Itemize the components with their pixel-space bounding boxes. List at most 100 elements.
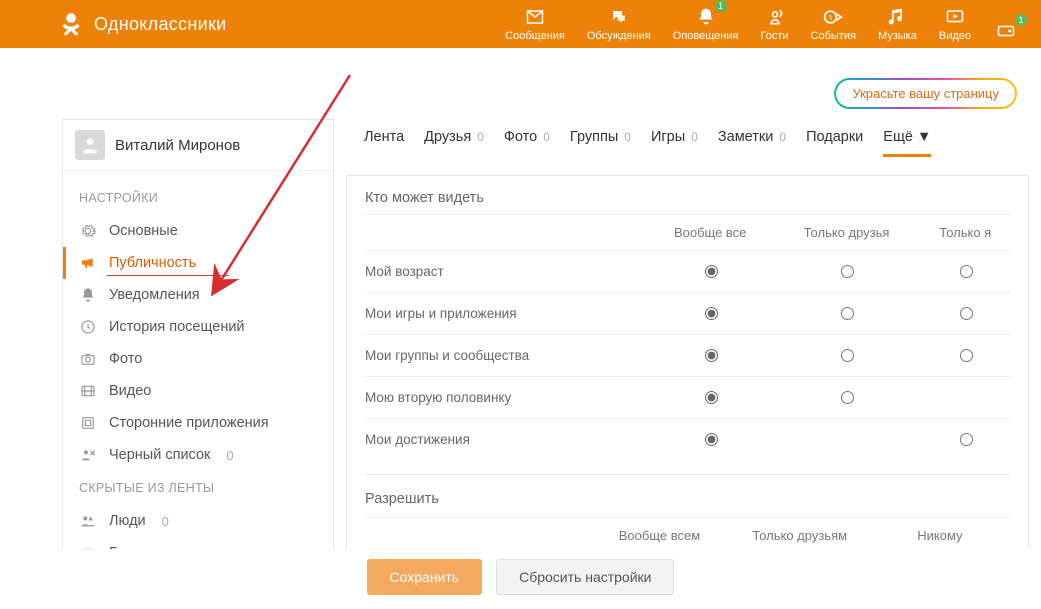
settings-heading: НАСТРОЙКИ	[63, 191, 333, 215]
sidebar-item-people[interactable]: Люди0	[63, 505, 333, 537]
music-icon	[884, 6, 910, 28]
radio-option[interactable]	[841, 265, 854, 278]
visibility-title: Кто может видеть	[365, 190, 1010, 206]
sidebar-item-film[interactable]: Видео	[63, 375, 333, 407]
sidebar-item-label: Основные	[109, 223, 178, 239]
radio-option[interactable]	[960, 265, 973, 278]
visibility-panel: Кто может видеть Вообще всеТолько друзья…	[346, 175, 1029, 554]
discussions-icon	[606, 6, 632, 28]
sidebar-item-label: Уведомления	[109, 287, 200, 303]
nav-label: Музыка	[878, 30, 917, 42]
tab-count: 0	[624, 130, 631, 144]
logo[interactable]: Одноклассники	[58, 11, 226, 37]
row-label: Мою вторую половинку	[365, 377, 648, 419]
tab-Ещё ▼[interactable]: Ещё ▼	[883, 129, 931, 157]
nav-label: Видео	[939, 30, 971, 42]
sidebar-item-camera[interactable]: Фото	[63, 343, 333, 375]
clock-icon	[79, 318, 97, 336]
tab-Заметки[interactable]: Заметки 0	[718, 129, 786, 157]
nav-notifications[interactable]: 1 Оповещения	[673, 6, 739, 42]
nav-label: Оповещения	[673, 30, 739, 42]
col-head: Только друзья	[773, 215, 921, 251]
visibility-row: Мой возраст	[365, 251, 1010, 293]
sidebar-item-megaphone[interactable]: Публичность	[63, 247, 333, 279]
bell-icon	[79, 286, 97, 304]
nav-video-center[interactable]: Видео	[939, 6, 971, 42]
visibility-row: Мои достижения	[365, 419, 1010, 461]
radio-option[interactable]	[705, 391, 718, 404]
badge: 1	[1015, 14, 1027, 26]
tab-label: Подарки	[806, 129, 863, 145]
visibility-row: Мои игры и приложения	[365, 293, 1010, 335]
events-icon: 5	[820, 6, 846, 28]
decorate-page-button[interactable]: Украсьте вашу страницу	[834, 78, 1017, 109]
permit-col: Никому	[870, 528, 1010, 543]
save-button[interactable]: Сохранить	[367, 559, 483, 595]
nav-events[interactable]: 5События	[811, 6, 856, 42]
radio-option[interactable]	[705, 349, 718, 362]
app-icon	[79, 414, 97, 432]
tab-count: 0	[691, 130, 698, 144]
permit-col: Вообще всем	[589, 528, 729, 543]
sidebar-item-blacklist[interactable]: Черный список 0	[63, 439, 333, 471]
visibility-row: Мою вторую половинку	[365, 377, 1010, 419]
radio-option[interactable]	[705, 433, 718, 446]
people-icon	[79, 512, 97, 530]
tab-Подарки[interactable]: Подарки	[806, 129, 863, 157]
radio-option[interactable]	[960, 307, 973, 320]
nav-messages[interactable]: Сообщения	[505, 6, 565, 42]
sidebar-item-label: История посещений	[109, 319, 245, 335]
nav-discussions[interactable]: Обсуждения	[587, 6, 651, 42]
sidebar-item-label: Фото	[109, 351, 142, 367]
sidebar-item-clock[interactable]: История посещений	[63, 311, 333, 343]
nav-payments[interactable]: 1	[993, 20, 1019, 42]
top-nav: Одноклассники Сообщения Обсуждения 1 Оповещ…	[0, 0, 1041, 48]
reset-button[interactable]: Сбросить настройки	[496, 559, 674, 595]
tab-label: Ещё ▼	[883, 129, 931, 145]
nav-music[interactable]: Музыка	[878, 6, 917, 42]
footer-actions: Сохранить Сбросить настройки	[0, 549, 1041, 609]
main-area: ЛентаДрузья 0Фото 0Группы 0Игры 0Заметки…	[346, 119, 1029, 578]
row-label: Мои игры и приложения	[365, 293, 648, 335]
video-center-icon	[942, 6, 968, 28]
sidebar-item-label: Черный список	[109, 447, 210, 463]
sidebar-item-label: Люди	[109, 513, 146, 529]
tab-Лента[interactable]: Лента	[364, 129, 404, 157]
nav-label: Гости	[760, 30, 788, 42]
permit-col: Только друзьям	[730, 528, 870, 543]
radio-option[interactable]	[960, 349, 973, 362]
nav-guests[interactable]: Гости	[760, 6, 788, 42]
active-underline	[107, 275, 229, 276]
radio-option[interactable]	[841, 349, 854, 362]
tab-label: Заметки	[718, 129, 773, 145]
profile-block[interactable]: Виталий Миронов	[63, 120, 333, 171]
sidebar-item-label: Публичность	[109, 255, 196, 271]
sidebar-item-label: Сторонние приложения	[109, 415, 269, 431]
col-head: Только я	[921, 215, 1011, 251]
tab-label: Игры	[651, 129, 685, 145]
badge: 1	[715, 0, 727, 12]
notifications-icon: 1	[693, 6, 719, 28]
tab-Друзья[interactable]: Друзья 0	[424, 129, 484, 157]
radio-option[interactable]	[841, 391, 854, 404]
tab-count: 0	[543, 130, 550, 144]
messages-icon	[522, 6, 548, 28]
sidebar: Виталий Миронов НАСТРОЙКИ Основные Публич…	[62, 119, 334, 578]
tab-Группы[interactable]: Группы 0	[570, 129, 631, 157]
brand-text: Одноклассники	[94, 14, 226, 35]
sidebar-item-gear[interactable]: Основные	[63, 215, 333, 247]
sidebar-item-app[interactable]: Сторонние приложения	[63, 407, 333, 439]
radio-option[interactable]	[841, 307, 854, 320]
tab-Фото[interactable]: Фото 0	[504, 129, 550, 157]
tab-count: 0	[779, 130, 786, 144]
profile-tabs: ЛентаДрузья 0Фото 0Группы 0Игры 0Заметки…	[346, 119, 1029, 157]
sidebar-item-count: 0	[226, 448, 233, 463]
tab-Игры[interactable]: Игры 0	[651, 129, 698, 157]
visibility-table: Вообще всеТолько друзьяТолько яМой возра…	[365, 214, 1010, 460]
radio-option[interactable]	[705, 265, 718, 278]
radio-option[interactable]	[960, 433, 973, 446]
nav-label: Обсуждения	[587, 30, 651, 42]
sidebar-item-bell[interactable]: Уведомления	[63, 279, 333, 311]
tab-label: Группы	[570, 129, 618, 145]
radio-option[interactable]	[705, 307, 718, 320]
